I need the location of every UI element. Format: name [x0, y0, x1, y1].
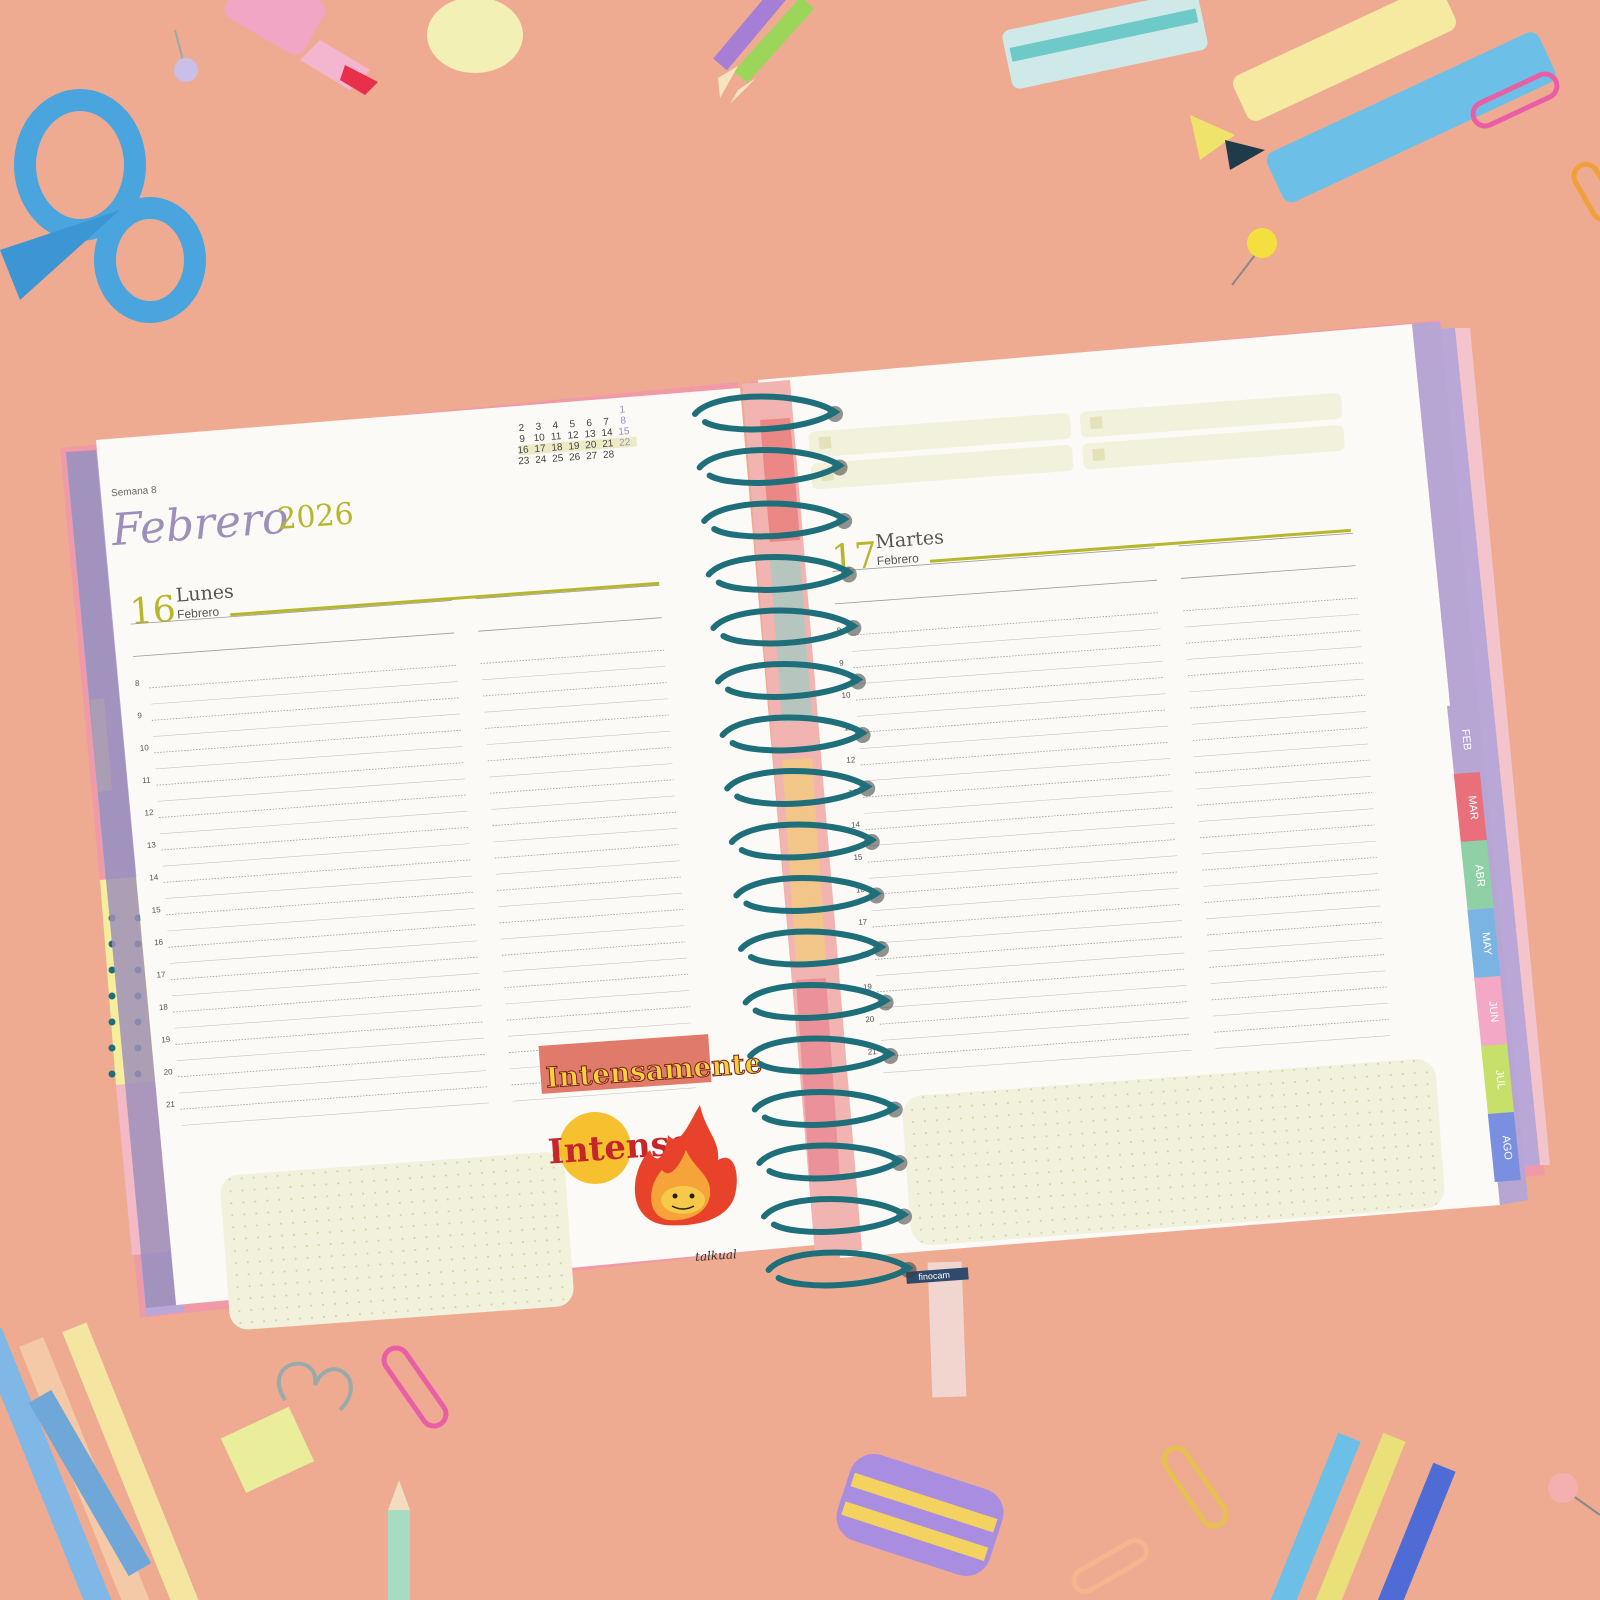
bottom-right-pencils: [1263, 1432, 1456, 1600]
paperclip-peach: [1071, 1538, 1149, 1594]
highlighters: [1190, 0, 1556, 203]
mini-calendar-day: 14: [601, 427, 613, 439]
mini-calendar-day: 20: [585, 440, 597, 452]
paperclip-pink-bottom: [381, 1345, 449, 1429]
hour-label: 19: [161, 1035, 171, 1045]
mini-calendar-day: 24: [535, 454, 547, 466]
month-tab-label: JUL: [1493, 1069, 1507, 1090]
month-tab-label: MAR: [1466, 795, 1480, 821]
year-title: 2026: [276, 497, 355, 537]
yellow-eraser: [427, 0, 523, 73]
mini-calendar-day: 13: [584, 429, 596, 441]
month-tab-label: FEB: [1459, 728, 1473, 751]
mini-calendar-day: 15: [618, 426, 630, 438]
yellow-pushpin: [1231, 228, 1277, 286]
hour-label: 15: [151, 905, 161, 915]
day-number: 16: [128, 589, 177, 633]
green-pencil: [388, 1480, 410, 1600]
checkbox[interactable]: [1092, 448, 1106, 462]
mini-calendar-day: 21: [602, 438, 614, 450]
hour-label: 20: [865, 1015, 875, 1025]
hour-label: 12: [846, 755, 856, 765]
paperclip-orange: [1571, 161, 1600, 223]
hour-label: 15: [853, 852, 863, 862]
paperclip-gold: [1161, 1445, 1229, 1529]
mini-calendar-day: 22: [619, 437, 631, 449]
hour-label: 11: [142, 776, 151, 786]
scissors: [0, 89, 206, 323]
mini-calendar-day: 12: [567, 430, 579, 442]
hour-label: 14: [149, 873, 159, 883]
checkbox[interactable]: [818, 436, 832, 450]
mini-calendar-day: 17: [534, 443, 546, 455]
hour-label: 18: [159, 1002, 169, 1012]
mini-calendar-day: 18: [551, 442, 563, 454]
month-tab-label: MAY: [1479, 932, 1493, 957]
hour-label: 10: [841, 690, 851, 700]
pink-pushpin: [1548, 1473, 1600, 1516]
striped-eraser-bottom: [836, 1453, 1004, 1577]
hour-label: 17: [156, 970, 166, 980]
month-tab-label: ABR: [1472, 864, 1486, 888]
mini-calendar-day: 28: [603, 449, 615, 461]
month-tab-label: JUN: [1486, 1000, 1500, 1023]
bottom-pencils: [0, 1322, 214, 1600]
planner-photo: Semana 8 Febrero 2026 12 3 4 5 6 7 89 10 11 12 13 1…: [0, 0, 1600, 1600]
mini-calendar-day: 19: [568, 441, 580, 453]
hour-label: 21: [166, 1100, 176, 1110]
checkbox[interactable]: [1089, 416, 1103, 430]
hour-label: 13: [147, 840, 157, 850]
hour-label: 12: [144, 808, 154, 818]
sticker-signature: talkual: [695, 1247, 738, 1264]
mini-calendar-day: 10: [533, 432, 545, 444]
mini-calendar-day: 26: [569, 452, 581, 464]
mini-calendar-day: 16: [517, 444, 529, 456]
purple-pushpin: [174, 29, 198, 82]
mini-calendar-day: 25: [552, 453, 564, 465]
striped-eraser: [1002, 0, 1208, 89]
spiral-ring: [765, 1249, 915, 1289]
day-name: Lunes: [175, 581, 235, 607]
hour-label: 14: [851, 820, 861, 830]
mini-calendar-day: 11: [551, 431, 563, 443]
top-pencils: [713, 0, 815, 104]
mini-calendar-day: 23: [518, 455, 530, 467]
hour-label: 20: [163, 1067, 173, 1077]
hour-label: 16: [154, 938, 164, 948]
hour-label: 10: [140, 743, 150, 753]
planner: Semana 8 Febrero 2026 12 3 4 5 6 7 89 10 11 12 13 1…: [60, 320, 1550, 1398]
hour-label: 17: [858, 917, 868, 927]
pink-marker: [224, 0, 378, 95]
mini-calendar-day: 27: [586, 450, 598, 462]
binder-clip: [220, 1361, 353, 1493]
